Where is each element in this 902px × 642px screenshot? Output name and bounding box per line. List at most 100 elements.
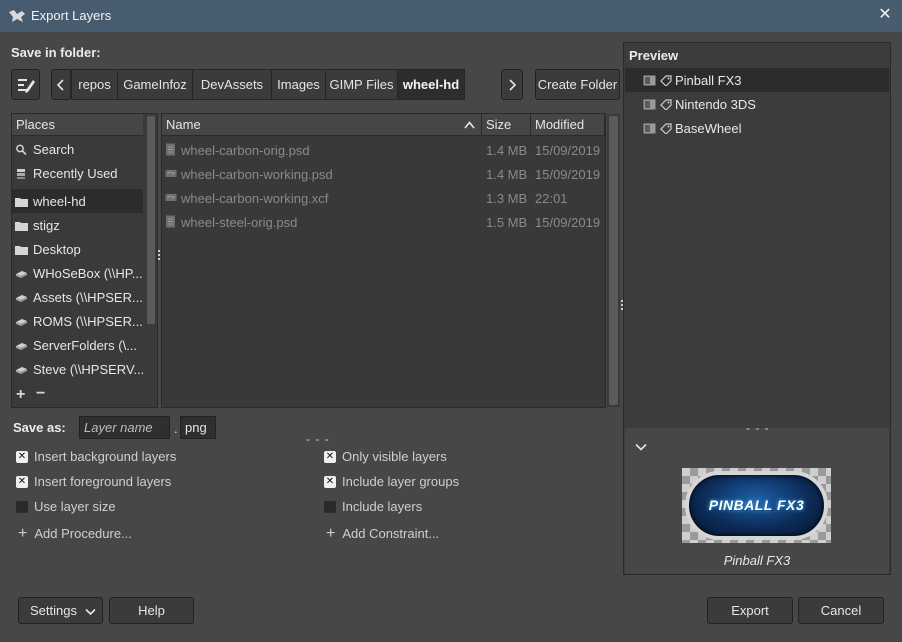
chevron-down-icon[interactable] — [635, 443, 647, 451]
place-label: stigz — [33, 217, 60, 233]
save-in-folder-label: Save in folder: — [11, 45, 101, 60]
place-wheel-hd[interactable]: wheel-hd — [12, 189, 143, 213]
place-label: Desktop — [33, 241, 81, 257]
places-header[interactable]: Places — [12, 114, 143, 136]
folder-icon — [15, 197, 28, 207]
network-drive-icon — [16, 318, 27, 326]
breadcrumb-repos[interactable]: repos — [71, 69, 118, 100]
file-row[interactable]: wheel-carbon-orig.psd 1.4 MB 15/09/2019 — [162, 138, 605, 162]
preview-layer-nintendo-3ds[interactable]: Nintendo 3DS — [625, 92, 889, 116]
breadcrumb-images[interactable]: Images — [271, 69, 326, 100]
place-whosebox[interactable]: WHoSeBox (\\HP... — [12, 261, 143, 285]
search-icon — [16, 144, 27, 155]
tag-icon — [660, 74, 672, 86]
breadcrumb-gameinfoz[interactable]: GameInfoz — [117, 69, 193, 100]
settings-label: Settings — [30, 603, 77, 618]
folder-icon — [15, 221, 28, 231]
breadcrumb-left-button[interactable] — [51, 69, 71, 100]
place-recently-used[interactable]: Recently Used — [12, 161, 143, 185]
places-scroll-thumb[interactable] — [147, 116, 155, 324]
file-row[interactable]: wheel-carbon-working.xcf 1.3 MB 22:01 — [162, 186, 605, 210]
sort-ascending-icon — [464, 121, 475, 129]
layer-image-icon — [643, 75, 656, 85]
place-steve[interactable]: Steve (\\HPSERV... — [12, 357, 143, 381]
title-bar: Export Layers ✕ — [0, 0, 902, 32]
cancel-button[interactable]: Cancel — [798, 597, 884, 624]
export-button[interactable]: Export — [707, 597, 793, 624]
add-constraint-button[interactable]: + Add Constraint... — [326, 524, 439, 542]
checkbox-checked-icon: ✕ — [324, 450, 336, 463]
place-label: wheel-hd — [33, 193, 86, 209]
checkbox-label: Include layer groups — [342, 474, 460, 489]
preview-caption: Pinball FX3 — [723, 553, 791, 568]
pinball-logo-text: PINBALL FX3 — [708, 497, 805, 513]
place-roms[interactable]: ROMS (\\HPSER... — [12, 309, 143, 333]
chevron-down-icon — [85, 608, 96, 616]
preview-layer-label: Pinball FX3 — [675, 72, 742, 88]
place-assets[interactable]: Assets (\\HPSER... — [12, 285, 143, 309]
checkbox-checked-icon: ✕ — [324, 475, 336, 488]
preview-layer-pinball-fx3[interactable]: Pinball FX3 — [625, 68, 889, 92]
column-name-header[interactable]: Name — [162, 114, 482, 136]
recent-icon — [17, 168, 25, 179]
file-row[interactable]: wheel-steel-orig.psd 1.5 MB 15/09/2019 — [162, 210, 605, 234]
place-label: Assets (\\HPSER... — [33, 289, 143, 305]
save-as-label: Save as: — [13, 420, 66, 435]
preview-split-handle[interactable]: - - - — [746, 421, 770, 435]
help-button[interactable]: Help — [109, 597, 194, 624]
plus-icon: + — [326, 524, 336, 542]
checkbox-label: Use layer size — [34, 499, 116, 514]
column-modified-header[interactable]: Modified — [531, 114, 605, 136]
place-label: Recently Used — [33, 165, 118, 181]
preview-thumbnail: PINBALL FX3 — [682, 468, 831, 543]
file-modified: 22:01 — [535, 191, 568, 206]
use-layer-size-checkbox[interactable]: Use layer size — [16, 499, 116, 514]
place-label: Steve (\\HPSERV... — [33, 361, 143, 377]
add-place-button[interactable]: + — [16, 386, 25, 404]
place-stigz[interactable]: stigz — [12, 213, 143, 237]
files-scrollbar[interactable] — [607, 114, 620, 407]
options-split-handle[interactable]: - - - — [306, 432, 330, 446]
file-extension-input[interactable]: png — [180, 416, 216, 439]
files-scroll-thumb[interactable] — [609, 116, 618, 405]
place-search[interactable]: Search — [12, 137, 143, 161]
create-folder-button[interactable]: Create Folder — [535, 69, 620, 100]
places-scrollbar[interactable] — [145, 114, 157, 384]
column-size-header[interactable]: Size — [482, 114, 531, 136]
include-layers-checkbox[interactable]: Include layers — [324, 499, 422, 514]
file-modified: 15/09/2019 — [535, 215, 601, 230]
insert-foreground-checkbox[interactable]: ✕ Insert foreground layers — [16, 474, 171, 489]
remove-place-button[interactable]: − — [36, 385, 45, 403]
layer-name-input[interactable]: Layer name — [79, 416, 170, 439]
extension-dot: . — [174, 421, 178, 436]
layer-image-icon — [643, 99, 656, 109]
place-label: ServerFolders (\... — [33, 337, 138, 353]
layer-image-icon — [643, 123, 656, 133]
file-name: wheel-carbon-working.psd — [181, 167, 333, 182]
tag-icon — [660, 98, 672, 110]
breadcrumb-gimp-files[interactable]: GIMP Files — [325, 69, 398, 100]
checkbox-checked-icon: ✕ — [16, 475, 28, 488]
image-file-icon — [166, 143, 175, 156]
preview-layer-basewheel[interactable]: BaseWheel — [625, 116, 889, 140]
place-label: Search — [33, 141, 75, 157]
settings-button[interactable]: Settings — [18, 597, 103, 624]
breadcrumb-devassets[interactable]: DevAssets — [192, 69, 272, 100]
only-visible-checkbox[interactable]: ✕ Only visible layers — [324, 449, 447, 464]
places-pane-handle[interactable] — [158, 250, 160, 262]
plus-icon: + — [18, 524, 28, 542]
file-row[interactable]: wheel-carbon-working.psd 1.4 MB 15/09/20… — [162, 162, 605, 186]
folder-icon — [15, 245, 28, 255]
place-desktop[interactable]: Desktop — [12, 237, 143, 261]
file-name: wheel-carbon-orig.psd — [181, 143, 310, 158]
file-size: 1.4 MB — [486, 167, 528, 182]
image-file-icon — [166, 215, 175, 228]
insert-background-checkbox[interactable]: ✕ Insert background layers — [16, 449, 176, 464]
add-procedure-button[interactable]: + Add Procedure... — [18, 524, 132, 542]
edit-location-button[interactable] — [11, 69, 40, 100]
close-icon[interactable]: ✕ — [876, 6, 894, 24]
breadcrumb-wheel-hd[interactable]: wheel-hd — [397, 69, 465, 100]
place-serverfolders[interactable]: ServerFolders (\... — [12, 333, 143, 357]
breadcrumb-right-button[interactable] — [501, 69, 523, 100]
include-layer-groups-checkbox[interactable]: ✕ Include layer groups — [324, 474, 459, 489]
